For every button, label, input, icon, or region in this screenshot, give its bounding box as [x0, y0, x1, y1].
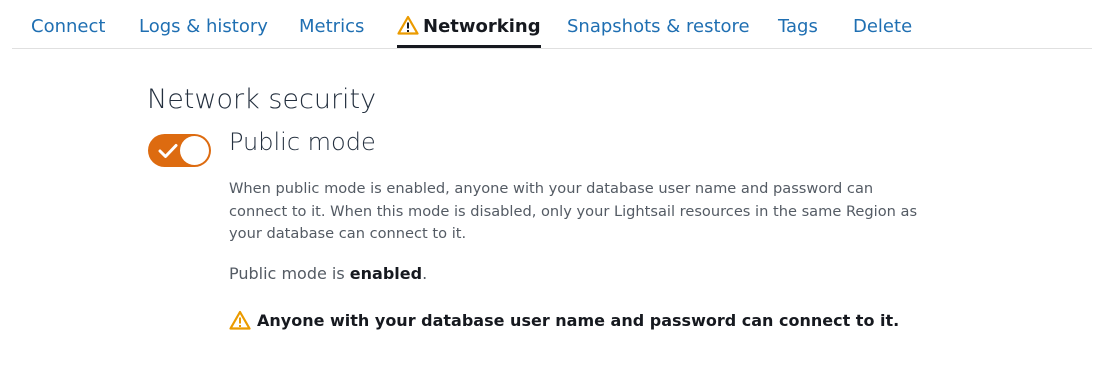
tab-networking[interactable]: Networking	[397, 0, 541, 48]
public-mode-label: Public mode	[229, 128, 376, 156]
warning-text: Anyone with your database user name and …	[257, 311, 900, 330]
status-value: enabled	[349, 264, 423, 283]
public-mode-toggle[interactable]	[148, 134, 211, 167]
checkmark-icon	[158, 144, 178, 158]
tab-logs-history[interactable]: Logs & history	[139, 0, 268, 48]
tab-networking-label: Networking	[423, 16, 541, 37]
public-mode-description: When public mode is enabled, anyone with…	[229, 180, 918, 242]
tab-delete[interactable]: Delete	[853, 0, 912, 48]
public-mode-status: Public mode is enabled.	[229, 264, 427, 283]
warning-icon	[229, 310, 251, 334]
network-security-title: Network security	[147, 84, 377, 115]
public-mode-warning: Anyone with your database user name and …	[229, 310, 899, 334]
tab-bar: Connect Logs & history Metrics Networkin…	[12, 0, 1092, 49]
tab-metrics[interactable]: Metrics	[299, 0, 364, 48]
tab-connect[interactable]: Connect	[31, 0, 105, 48]
status-suffix: .	[422, 264, 428, 283]
tab-snapshots-restore[interactable]: Snapshots & restore	[567, 0, 750, 48]
tab-tags[interactable]: Tags	[778, 0, 818, 48]
warning-icon	[397, 3, 419, 57]
status-prefix: Public mode is	[229, 264, 345, 283]
toggle-knob	[180, 136, 209, 165]
